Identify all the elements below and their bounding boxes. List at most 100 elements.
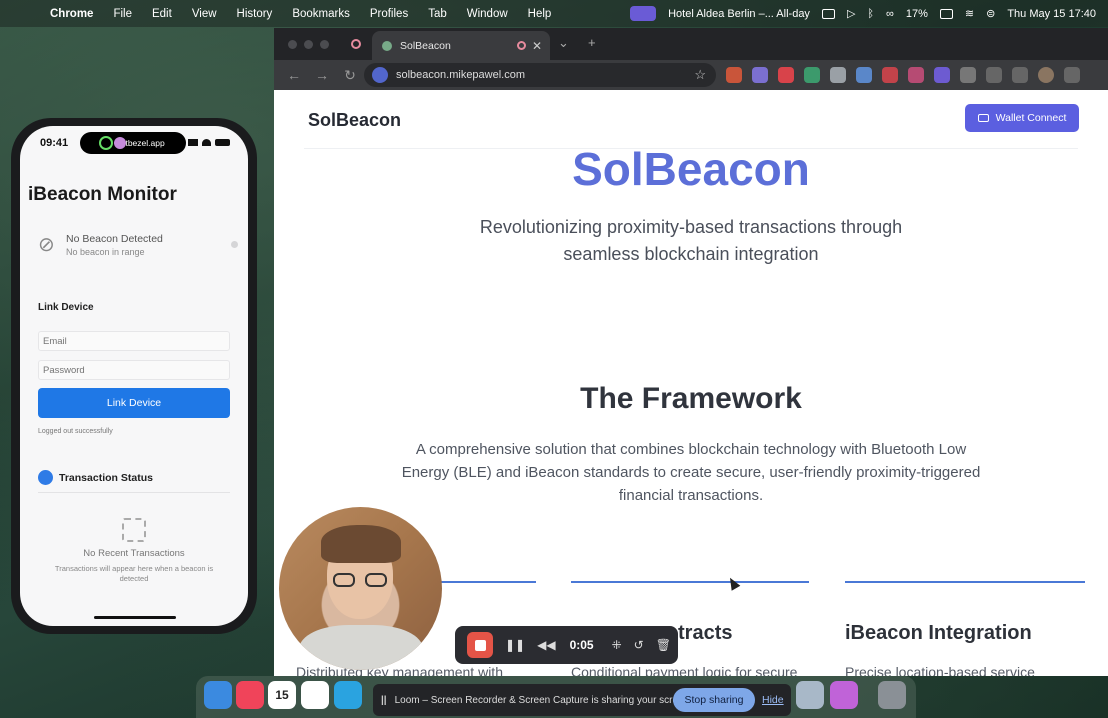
extension-icon[interactable] — [752, 67, 768, 83]
screen-recording-icon[interactable] — [630, 6, 657, 21]
grid-icon[interactable]: ⁜ — [612, 638, 622, 652]
extension-icon[interactable] — [1012, 67, 1028, 83]
stop-recording-button[interactable] — [467, 632, 493, 658]
card-divider — [845, 581, 1085, 583]
play-icon[interactable]: ▷ — [847, 7, 855, 20]
extension-icon[interactable] — [778, 67, 794, 83]
extension-icon[interactable] — [804, 67, 820, 83]
menu-file[interactable]: File — [113, 8, 132, 20]
signal-icon — [188, 139, 198, 146]
favicon-icon — [382, 40, 392, 51]
bookmark-star-icon[interactable]: ☆ — [694, 67, 706, 83]
battery-percent[interactable]: 17% — [906, 8, 928, 20]
card-title-ibeacon: iBeacon Integration — [845, 622, 1032, 644]
menu-bookmarks[interactable]: Bookmarks — [292, 8, 350, 20]
extension-icon[interactable] — [908, 67, 924, 83]
menu-tab[interactable]: Tab — [428, 8, 447, 20]
sharing-message: Loom – Screen Recorder & Screen Capture … — [394, 694, 692, 706]
stop-sharing-button[interactable]: Stop sharing — [673, 688, 755, 712]
menubar-clock[interactable]: Thu May 15 17:40 — [1007, 8, 1096, 20]
tab-search-icon[interactable]: ⌄ — [558, 35, 569, 51]
wallet-connect-button[interactable]: Wallet Connect — [965, 104, 1079, 132]
url-text[interactable]: solbeacon.mikepawel.com — [396, 69, 525, 81]
finder-icon[interactable] — [204, 681, 232, 709]
webcam-glasses — [333, 573, 389, 587]
telegram-icon[interactable] — [334, 681, 362, 709]
trash-icon[interactable]: 🗑 — [656, 638, 671, 652]
wifi-icon[interactable]: ≋ — [965, 7, 974, 20]
menu-history[interactable]: History — [237, 8, 273, 20]
arc-icon[interactable] — [830, 681, 858, 709]
calendar-event[interactable]: Hotel Aldea Berlin –... All-day — [668, 8, 810, 20]
wallet-icon — [977, 114, 989, 122]
control-center-icon[interactable]: ⊜ — [986, 7, 995, 20]
home-indicator — [94, 616, 176, 619]
close-tab-icon[interactable]: ✕ — [532, 39, 542, 53]
address-bar[interactable]: solbeacon.mikepawel.com ☆ — [364, 63, 716, 87]
zoom-window-button[interactable] — [320, 39, 329, 49]
recording-indicator-icon — [351, 39, 361, 49]
framework-title: The Framework — [580, 382, 802, 415]
profile-avatar[interactable] — [1038, 67, 1054, 83]
battery-icon[interactable] — [939, 8, 953, 19]
webcam-bubble[interactable] — [279, 507, 442, 670]
menu-app-name[interactable]: Chrome — [50, 8, 93, 20]
back-icon[interactable]: ← — [286, 67, 302, 83]
extension-icon[interactable] — [726, 67, 742, 83]
trash-bin-icon[interactable] — [878, 681, 906, 709]
hero-title: SolBeacon — [572, 143, 810, 195]
recording-time: 0:05 — [569, 638, 594, 652]
music-icon[interactable] — [236, 681, 264, 709]
email-field[interactable] — [38, 331, 230, 351]
logout-message: Logged out successfully — [38, 428, 113, 435]
scan-icon — [122, 518, 146, 542]
no-transactions: No Recent Transactions — [83, 548, 185, 559]
more-menu-icon[interactable] — [1064, 67, 1080, 83]
puzzle-icon[interactable] — [960, 67, 976, 83]
app-badge-icon — [114, 137, 126, 149]
calendar-icon[interactable]: 15 — [268, 681, 296, 709]
notion-icon[interactable] — [301, 681, 329, 709]
window-controls — [288, 39, 329, 49]
minimize-window-button[interactable] — [304, 39, 313, 49]
status-time: 09:41 — [40, 137, 69, 149]
pause-sharing-icon[interactable]: || — [381, 695, 387, 706]
card-icon — [38, 470, 53, 485]
dynamic-island: getbezel.app — [80, 132, 186, 154]
link-device-button[interactable]: Link Device — [38, 388, 230, 418]
pause-icon[interactable]: ❚❚ — [505, 638, 525, 652]
phone-mockup: 09:41 getbezel.app iBeacon Monitor ⊘ No … — [11, 118, 257, 634]
extension-icon[interactable] — [934, 67, 950, 83]
link-icon — [99, 136, 113, 150]
menu-profiles[interactable]: Profiles — [370, 8, 408, 20]
extension-icon[interactable] — [882, 67, 898, 83]
close-window-button[interactable] — [288, 39, 297, 49]
link-device-heading: Link Device — [38, 302, 94, 313]
card-title-contracts: tracts — [678, 622, 733, 644]
menu-view[interactable]: View — [192, 8, 217, 20]
reload-icon[interactable]: ↻ — [342, 67, 358, 84]
forward-icon[interactable]: → — [314, 67, 330, 83]
menu-edit[interactable]: Edit — [152, 8, 172, 20]
beacon-off-icon: ⊘ — [38, 234, 55, 256]
preview-icon[interactable] — [796, 681, 824, 709]
rewind-icon[interactable]: ◀◀ — [537, 638, 555, 652]
restart-icon[interactable]: ↺ — [634, 638, 644, 652]
tab-solbeacon[interactable]: SolBeacon ✕ — [372, 31, 550, 60]
new-tab-icon[interactable]: + — [588, 35, 596, 50]
extension-icon[interactable] — [986, 67, 1002, 83]
site-info-icon[interactable] — [372, 67, 388, 83]
wallet-icon[interactable] — [821, 8, 835, 19]
site-logo[interactable]: SolBeacon — [308, 110, 401, 131]
beacon-status-card: ⊘ No Beacon Detected No beacon in range — [28, 222, 240, 272]
card-text-ibeacon: Precise location-based service — [845, 664, 1035, 676]
bluetooth-icon[interactable]: ᛒ — [867, 8, 874, 20]
link-icon[interactable]: ∞ — [886, 8, 894, 20]
menu-window[interactable]: Window — [467, 8, 508, 20]
menu-help[interactable]: Help — [528, 8, 552, 20]
hide-link[interactable]: Hide — [762, 694, 784, 706]
password-field[interactable] — [38, 360, 230, 380]
extension-icon[interactable] — [856, 67, 872, 83]
extension-icon[interactable] — [830, 67, 846, 83]
battery-icon — [215, 139, 230, 146]
